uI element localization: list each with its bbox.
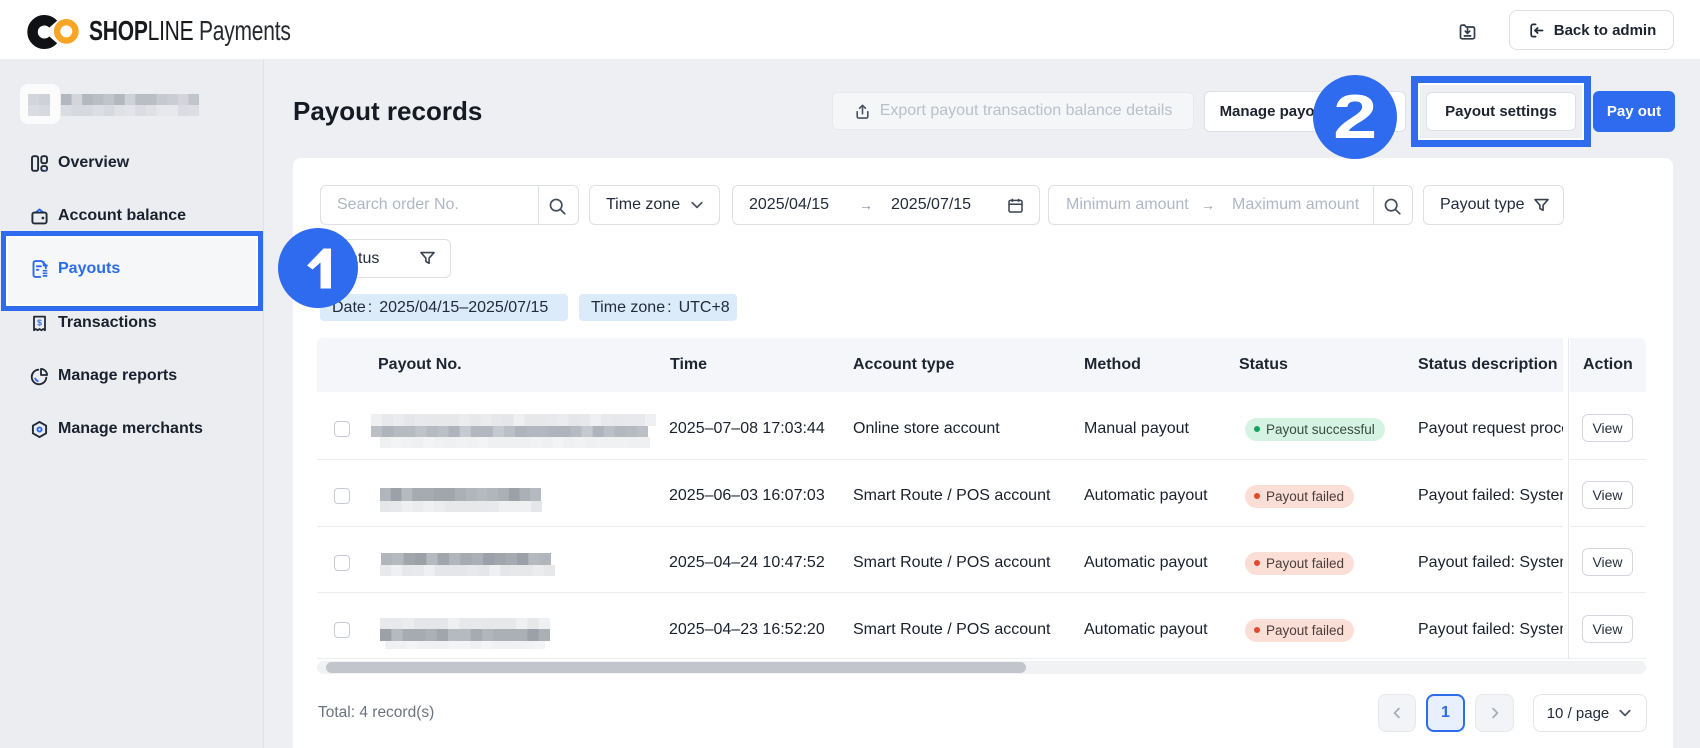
svg-text:$: $ bbox=[37, 317, 42, 327]
